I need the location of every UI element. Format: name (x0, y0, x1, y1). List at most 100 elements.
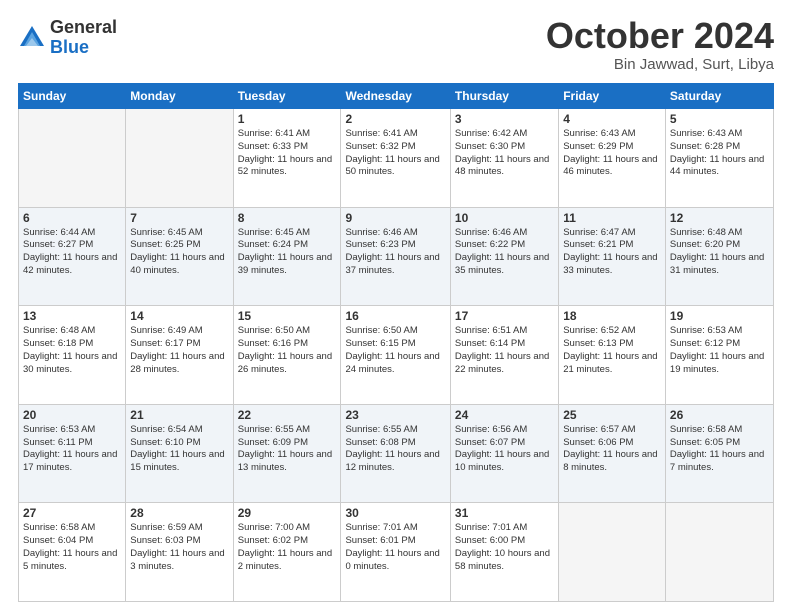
logo-text: General Blue (50, 18, 117, 58)
day-info: Sunrise: 6:44 AM Sunset: 6:27 PM Dayligh… (23, 227, 121, 278)
calendar-cell: 12 Sunrise: 6:48 AM Sunset: 6:20 PM Dayli… (665, 207, 773, 306)
calendar-cell: 7 Sunrise: 6:45 AM Sunset: 6:25 PM Daylig… (126, 207, 233, 306)
column-header-friday: Friday (559, 84, 666, 109)
calendar-cell: 29 Sunrise: 7:00 AM Sunset: 6:02 PM Dayli… (233, 503, 341, 602)
day-number: 16 (345, 309, 445, 323)
day-info: Sunrise: 7:01 AM Sunset: 6:01 PM Dayligh… (345, 522, 445, 573)
logo-icon (18, 24, 46, 52)
day-info: Sunrise: 6:54 AM Sunset: 6:10 PM Dayligh… (130, 424, 228, 475)
day-info: Sunrise: 6:47 AM Sunset: 6:21 PM Dayligh… (563, 227, 661, 278)
column-header-wednesday: Wednesday (341, 84, 450, 109)
calendar-cell: 13 Sunrise: 6:48 AM Sunset: 6:18 PM Dayli… (19, 306, 126, 405)
day-info: Sunrise: 6:57 AM Sunset: 6:06 PM Dayligh… (563, 424, 661, 475)
day-info: Sunrise: 6:56 AM Sunset: 6:07 PM Dayligh… (455, 424, 554, 475)
day-info: Sunrise: 6:55 AM Sunset: 6:09 PM Dayligh… (238, 424, 337, 475)
day-number: 14 (130, 309, 228, 323)
calendar-cell: 30Sunrise: 7:01 AM Sunset: 6:01 PM Dayli… (341, 503, 450, 602)
day-number: 8 (238, 211, 337, 225)
calendar-cell: 27Sunrise: 6:58 AM Sunset: 6:04 PM Dayli… (19, 503, 126, 602)
calendar-cell: 9 Sunrise: 6:46 AM Sunset: 6:23 PM Daylig… (341, 207, 450, 306)
column-header-thursday: Thursday (450, 84, 558, 109)
column-header-saturday: Saturday (665, 84, 773, 109)
column-header-tuesday: Tuesday (233, 84, 341, 109)
day-number: 11 (563, 211, 661, 225)
day-info: Sunrise: 6:55 AM Sunset: 6:08 PM Dayligh… (345, 424, 445, 475)
calendar-cell: 4Sunrise: 6:43 AM Sunset: 6:29 PM Daylig… (559, 109, 666, 208)
calendar-cell: 31Sunrise: 7:01 AM Sunset: 6:00 PM Dayli… (450, 503, 558, 602)
day-info: Sunrise: 6:41 AM Sunset: 6:32 PM Dayligh… (345, 128, 445, 179)
day-number: 29 (238, 506, 337, 520)
day-number: 9 (345, 211, 445, 225)
day-info: Sunrise: 6:45 AM Sunset: 6:25 PM Dayligh… (130, 227, 228, 278)
calendar-cell: 22 Sunrise: 6:55 AM Sunset: 6:09 PM Dayli… (233, 404, 341, 503)
day-info: Sunrise: 6:48 AM Sunset: 6:18 PM Dayligh… (23, 325, 121, 376)
day-number: 18 (563, 309, 661, 323)
column-header-monday: Monday (126, 84, 233, 109)
day-info: Sunrise: 6:50 AM Sunset: 6:15 PM Dayligh… (345, 325, 445, 376)
calendar-cell: 10Sunrise: 6:46 AM Sunset: 6:22 PM Dayli… (450, 207, 558, 306)
calendar-cell: 8 Sunrise: 6:45 AM Sunset: 6:24 PM Daylig… (233, 207, 341, 306)
calendar-cell (559, 503, 666, 602)
calendar-header-row: SundayMondayTuesdayWednesdayThursdayFrid… (19, 84, 774, 109)
calendar-cell: 26 Sunrise: 6:58 AM Sunset: 6:05 PM Dayli… (665, 404, 773, 503)
day-info: Sunrise: 7:00 AM Sunset: 6:02 PM Dayligh… (238, 522, 337, 573)
subtitle: Bin Jawwad, Surt, Libya (546, 56, 774, 73)
day-number: 3 (455, 112, 554, 126)
day-number: 12 (670, 211, 769, 225)
day-info: Sunrise: 6:51 AM Sunset: 6:14 PM Dayligh… (455, 325, 554, 376)
day-info: Sunrise: 6:53 AM Sunset: 6:11 PM Dayligh… (23, 424, 121, 475)
day-number: 7 (130, 211, 228, 225)
week-row-1: 1 Sunrise: 6:41 AM Sunset: 6:33 PM Daylig… (19, 109, 774, 208)
calendar-cell: 2 Sunrise: 6:41 AM Sunset: 6:32 PM Daylig… (341, 109, 450, 208)
calendar-cell (126, 109, 233, 208)
calendar-cell: 21 Sunrise: 6:54 AM Sunset: 6:10 PM Dayli… (126, 404, 233, 503)
day-info: Sunrise: 6:42 AM Sunset: 6:30 PM Dayligh… (455, 128, 554, 179)
day-number: 25 (563, 408, 661, 422)
day-number: 23 (345, 408, 445, 422)
day-number: 17 (455, 309, 554, 323)
day-number: 31 (455, 506, 554, 520)
calendar-cell: 5Sunrise: 6:43 AM Sunset: 6:28 PM Daylig… (665, 109, 773, 208)
page: General Blue October 2024 Bin Jawwad, Su… (0, 0, 792, 612)
title-block: October 2024 Bin Jawwad, Surt, Libya (546, 18, 774, 73)
day-number: 6 (23, 211, 121, 225)
day-number: 10 (455, 211, 554, 225)
calendar-cell: 17 Sunrise: 6:51 AM Sunset: 6:14 PM Dayli… (450, 306, 558, 405)
day-info: Sunrise: 6:45 AM Sunset: 6:24 PM Dayligh… (238, 227, 337, 278)
logo-general: General (50, 18, 117, 38)
day-number: 1 (238, 112, 337, 126)
day-number: 28 (130, 506, 228, 520)
day-number: 22 (238, 408, 337, 422)
day-info: Sunrise: 6:41 AM Sunset: 6:33 PM Dayligh… (238, 128, 337, 179)
day-info: Sunrise: 6:52 AM Sunset: 6:13 PM Dayligh… (563, 325, 661, 376)
day-info: Sunrise: 6:43 AM Sunset: 6:29 PM Dayligh… (563, 128, 661, 179)
week-row-5: 27Sunrise: 6:58 AM Sunset: 6:04 PM Dayli… (19, 503, 774, 602)
day-number: 26 (670, 408, 769, 422)
day-info: Sunrise: 6:58 AM Sunset: 6:04 PM Dayligh… (23, 522, 121, 573)
day-number: 24 (455, 408, 554, 422)
calendar-cell: 24 Sunrise: 6:56 AM Sunset: 6:07 PM Dayli… (450, 404, 558, 503)
logo: General Blue (18, 18, 117, 58)
calendar-cell: 18 Sunrise: 6:52 AM Sunset: 6:13 PM Dayli… (559, 306, 666, 405)
calendar-cell: 23 Sunrise: 6:55 AM Sunset: 6:08 PM Dayli… (341, 404, 450, 503)
calendar-cell: 14 Sunrise: 6:49 AM Sunset: 6:17 PM Dayli… (126, 306, 233, 405)
month-title: October 2024 (546, 18, 774, 54)
day-number: 15 (238, 309, 337, 323)
day-info: Sunrise: 6:49 AM Sunset: 6:17 PM Dayligh… (130, 325, 228, 376)
day-number: 20 (23, 408, 121, 422)
day-info: Sunrise: 6:46 AM Sunset: 6:23 PM Dayligh… (345, 227, 445, 278)
calendar-cell: 15 Sunrise: 6:50 AM Sunset: 6:16 PM Dayli… (233, 306, 341, 405)
day-info: Sunrise: 6:48 AM Sunset: 6:20 PM Dayligh… (670, 227, 769, 278)
calendar-cell: 19Sunrise: 6:53 AM Sunset: 6:12 PM Dayli… (665, 306, 773, 405)
header: General Blue October 2024 Bin Jawwad, Su… (18, 18, 774, 73)
day-number: 21 (130, 408, 228, 422)
day-number: 5 (670, 112, 769, 126)
day-info: Sunrise: 6:58 AM Sunset: 6:05 PM Dayligh… (670, 424, 769, 475)
day-info: Sunrise: 6:53 AM Sunset: 6:12 PM Dayligh… (670, 325, 769, 376)
calendar-cell: 6 Sunrise: 6:44 AM Sunset: 6:27 PM Daylig… (19, 207, 126, 306)
column-header-sunday: Sunday (19, 84, 126, 109)
day-info: Sunrise: 6:50 AM Sunset: 6:16 PM Dayligh… (238, 325, 337, 376)
day-number: 13 (23, 309, 121, 323)
week-row-3: 13 Sunrise: 6:48 AM Sunset: 6:18 PM Dayli… (19, 306, 774, 405)
day-number: 2 (345, 112, 445, 126)
